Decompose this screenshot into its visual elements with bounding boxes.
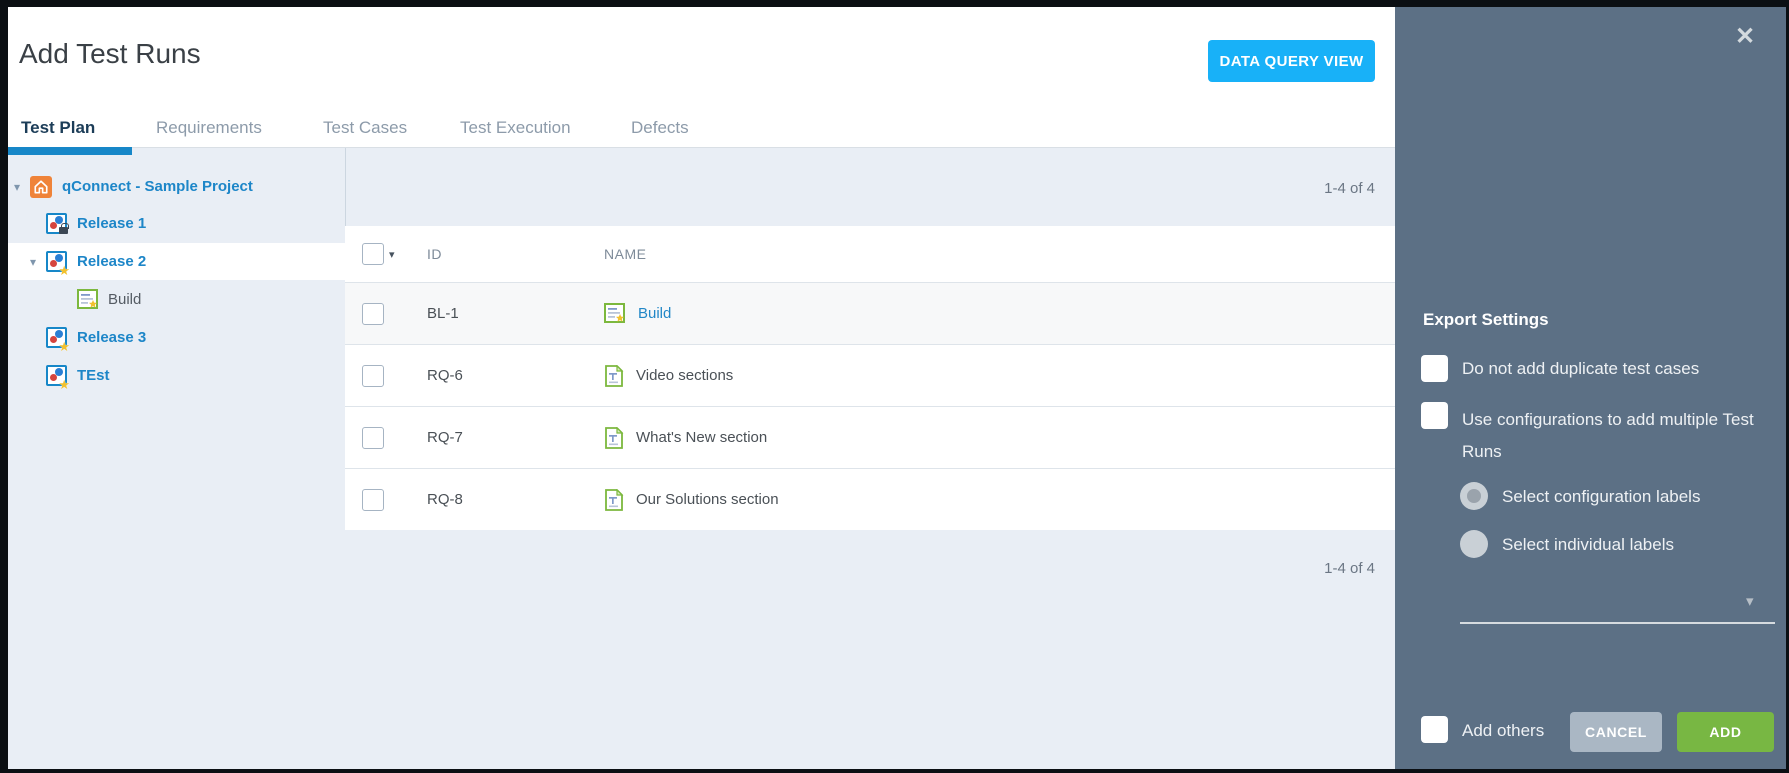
no-duplicates-checkbox[interactable] <box>1421 355 1448 382</box>
tab-test-plan[interactable]: Test Plan <box>21 118 95 138</box>
chevron-down-icon[interactable]: ▾ <box>30 256 42 268</box>
individual-labels-label: Select individual labels <box>1502 535 1674 555</box>
row-name-link[interactable]: Build <box>638 305 671 322</box>
column-header-name[interactable]: NAME <box>604 246 646 262</box>
document-icon <box>604 427 624 449</box>
tree-item-release-3[interactable]: ★ Release 3 <box>8 319 345 356</box>
tree-item-label: TEst <box>77 367 110 384</box>
row-name: Video sections <box>636 367 733 384</box>
page-title: Add Test Runs <box>19 38 201 70</box>
tree-item-release-2[interactable]: ▾ ★ Release 2 <box>8 243 345 280</box>
table-row[interactable]: RQ-7 What's New section <box>345 406 1395 468</box>
home-icon <box>30 176 52 198</box>
release-star-icon: ★ <box>46 365 67 386</box>
no-duplicates-label: Do not add duplicate test cases <box>1462 359 1699 379</box>
tree-item-label: Build <box>108 291 141 308</box>
tree-content-divider <box>345 148 346 226</box>
add-test-runs-dialog: Add Test Runs DATA QUERY VIEW Test Plan … <box>0 0 1789 773</box>
add-others-checkbox[interactable] <box>1421 716 1448 743</box>
table-row[interactable]: BL-1 Build <box>345 282 1395 344</box>
table-row[interactable]: RQ-6 Video sections <box>345 344 1395 406</box>
results-table: ▾ ID NAME BL-1 Build <box>345 226 1395 530</box>
individual-labels-radio[interactable] <box>1460 530 1488 558</box>
export-panel-surface <box>1395 7 1786 769</box>
release-lock-icon <box>46 213 67 234</box>
row-id: RQ-8 <box>427 491 604 508</box>
table-row[interactable]: RQ-8 Our Solutions section <box>345 468 1395 530</box>
add-others-label: Add others <box>1462 721 1544 741</box>
tab-test-execution[interactable]: Test Execution <box>460 118 571 138</box>
close-icon[interactable]: ✕ <box>1735 22 1755 51</box>
cancel-button[interactable]: CANCEL <box>1570 712 1662 752</box>
row-checkbox[interactable] <box>362 303 384 325</box>
tab-defects[interactable]: Defects <box>631 118 689 138</box>
tree-item-label: Release 3 <box>77 329 146 346</box>
tree-item-label: Release 2 <box>77 253 146 270</box>
select-menu-caret-icon[interactable]: ▾ <box>389 248 395 261</box>
add-button[interactable]: ADD <box>1677 712 1774 752</box>
configuration-labels-radio[interactable] <box>1460 482 1488 510</box>
tab-test-cases[interactable]: Test Cases <box>323 118 407 138</box>
active-tab-underline <box>8 147 132 155</box>
row-checkbox[interactable] <box>362 489 384 511</box>
document-icon <box>604 365 624 387</box>
release-star-icon: ★ <box>46 251 67 272</box>
table-header-row: ▾ ID NAME <box>345 226 1395 282</box>
document-star-icon <box>604 303 626 324</box>
chevron-down-icon[interactable]: ▾ <box>14 181 26 193</box>
tree-item-release-1[interactable]: Release 1 <box>8 205 345 242</box>
dropdown-caret-icon[interactable]: ▾ <box>1746 592 1754 610</box>
row-checkbox[interactable] <box>362 365 384 387</box>
use-configurations-checkbox[interactable] <box>1421 402 1448 429</box>
tab-divider <box>8 147 1395 148</box>
row-checkbox[interactable] <box>362 427 384 449</box>
data-query-view-button[interactable]: DATA QUERY VIEW <box>1208 40 1375 82</box>
pagination-bottom: 1-4 of 4 <box>1200 560 1375 577</box>
configuration-labels-label: Select configuration labels <box>1502 487 1700 507</box>
column-header-id[interactable]: ID <box>427 246 604 262</box>
labels-dropdown[interactable] <box>1460 622 1775 624</box>
row-name: What's New section <box>636 429 767 446</box>
pagination-top: 1-4 of 4 <box>1200 180 1375 197</box>
tree-item-test[interactable]: ★ TEst <box>8 357 345 394</box>
tree-item-label: Release 1 <box>77 215 146 232</box>
use-configurations-label: Use configurations to add multiple Test … <box>1462 404 1762 468</box>
export-settings-heading: Export Settings <box>1423 310 1549 330</box>
row-id: BL-1 <box>427 305 604 322</box>
select-all-checkbox[interactable] <box>362 243 384 265</box>
release-star-icon: ★ <box>46 327 67 348</box>
tree-item-build[interactable]: Build <box>8 281 345 318</box>
document-star-icon <box>77 289 99 310</box>
tree-item-project[interactable]: ▾ qConnect - Sample Project <box>8 168 345 205</box>
tab-requirements[interactable]: Requirements <box>156 118 262 138</box>
tree-item-label: qConnect - Sample Project <box>62 178 253 195</box>
document-icon <box>604 489 624 511</box>
row-id: RQ-6 <box>427 367 604 384</box>
row-name: Our Solutions section <box>636 491 779 508</box>
row-id: RQ-7 <box>427 429 604 446</box>
